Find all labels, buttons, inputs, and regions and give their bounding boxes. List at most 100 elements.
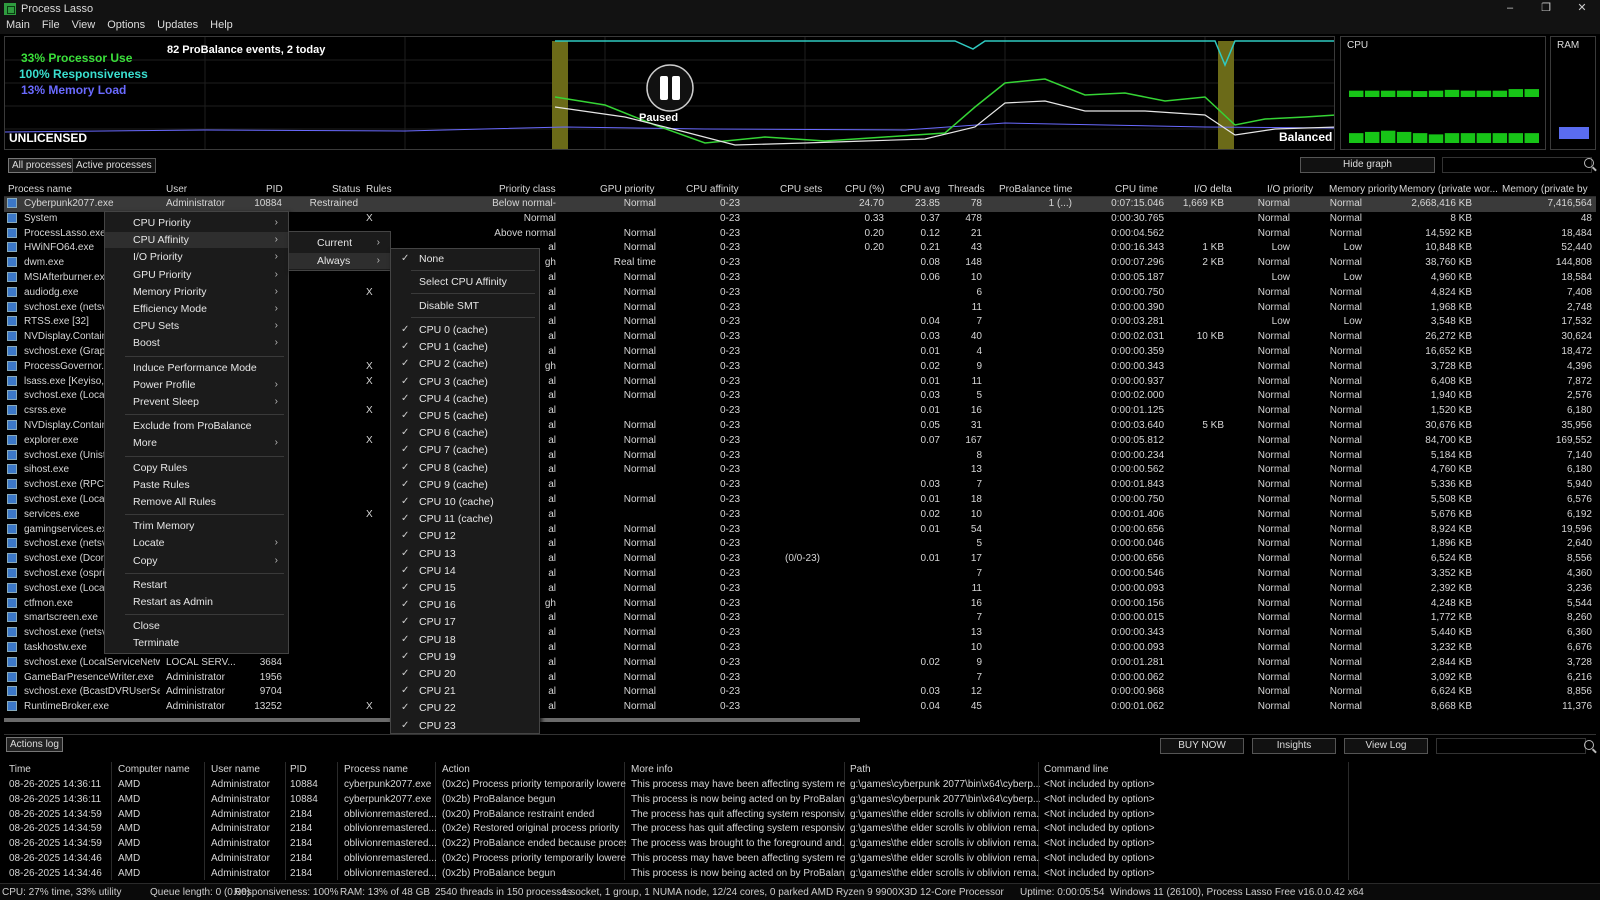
affinity-cpu-14[interactable]: ✓ CPU 14	[391, 563, 539, 579]
affinity-cpu-12[interactable]: ✓ CPU 12	[391, 528, 539, 544]
menu-item-paste-rules[interactable]: Paste Rules	[105, 477, 288, 493]
menu-item-memory-priority[interactable]: Memory Priority ›	[105, 284, 288, 300]
affinity-cpu-16[interactable]: ✓ CPU 16	[391, 597, 539, 613]
col-cpu-avg[interactable]: CPU avg	[900, 184, 940, 195]
col-priority-class[interactable]: Priority class	[499, 184, 556, 195]
affinity-cpu-23[interactable]: ✓ CPU 23	[391, 718, 539, 734]
affinity-none[interactable]: ✓ None	[391, 251, 539, 267]
menu-item-cpu-priority[interactable]: CPU Priority ›	[105, 215, 288, 231]
affinity-disable-smt[interactable]: Disable SMT	[391, 298, 539, 314]
close-icon[interactable]: ✕	[1564, 0, 1600, 18]
process-row[interactable]: Cyberpunk2077.exe Administrator 10884 Restr…	[4, 197, 1596, 212]
log-col-action[interactable]: Action	[442, 764, 470, 775]
pause-icon[interactable]	[645, 63, 695, 113]
menu-item-power-profile[interactable]: Power Profile ›	[105, 377, 288, 393]
affinity-cpu-4[interactable]: ✓ CPU 4 (cache)	[391, 391, 539, 407]
affinity-cpu-8[interactable]: ✓ CPU 8 (cache)	[391, 460, 539, 476]
log-row[interactable]: 08-26-2025 14:34:59 AMD Administrator 2184 o…	[4, 837, 1596, 852]
menu-item-exclude-from-probalance[interactable]: Exclude from ProBalance	[105, 418, 288, 434]
col-threads[interactable]: Threads	[948, 184, 985, 195]
process-search-input[interactable]	[1442, 157, 1592, 173]
log-row[interactable]: 08-26-2025 14:34:59 AMD Administrator 2184 o…	[4, 808, 1596, 823]
menu-item-trim-memory[interactable]: Trim Memory	[105, 518, 288, 534]
log-col-user[interactable]: User name	[211, 764, 260, 775]
menu-item-close[interactable]: Close	[105, 618, 288, 634]
affinity-cpu-6[interactable]: ✓ CPU 6 (cache)	[391, 425, 539, 441]
log-col-pid[interactable]: PID	[290, 764, 307, 775]
affinity-cpu-2[interactable]: ✓ CPU 2 (cache)	[391, 356, 539, 372]
tab-actions-log[interactable]: Actions log	[6, 737, 63, 752]
log-row[interactable]: 08-26-2025 14:36:11 AMD Administrator 10884…	[4, 778, 1596, 793]
col-pid[interactable]: PID	[266, 184, 283, 195]
menu-file[interactable]: File	[36, 18, 66, 34]
affinity-cpu-1[interactable]: ✓ CPU 1 (cache)	[391, 339, 539, 355]
col-probalance-time[interactable]: ProBalance time	[999, 184, 1072, 195]
menu-item-copy-rules[interactable]: Copy Rules	[105, 460, 288, 476]
col-cpu-sets[interactable]: CPU sets	[780, 184, 822, 195]
system-graph[interactable]: 33% Processor Use 100% Responsiveness 13…	[4, 36, 1335, 150]
menu-item-prevent-sleep[interactable]: Prevent Sleep ›	[105, 394, 288, 410]
col-io-priority[interactable]: I/O priority	[1267, 184, 1313, 195]
submenu-always[interactable]: Always ›	[289, 253, 390, 269]
col-rules[interactable]: Rules	[366, 184, 392, 195]
menu-item-i-o-priority[interactable]: I/O Priority ›	[105, 249, 288, 265]
affinity-cpu-5[interactable]: ✓ CPU 5 (cache)	[391, 408, 539, 424]
affinity-cpu-0[interactable]: ✓ CPU 0 (cache)	[391, 322, 539, 338]
affinity-cpu-20[interactable]: ✓ CPU 20	[391, 666, 539, 682]
affinity-cpu-17[interactable]: ✓ CPU 17	[391, 614, 539, 630]
col-gpu-priority[interactable]: GPU priority	[600, 184, 654, 195]
process-row[interactable]: svchost.exe (BcastDVRUserServi...Adminis…	[4, 685, 1596, 700]
menu-item-efficiency-mode[interactable]: Efficiency Mode ›	[105, 301, 288, 317]
affinity-cpu-7[interactable]: ✓ CPU 7 (cache)	[391, 442, 539, 458]
log-col-computer[interactable]: Computer name	[118, 764, 190, 775]
col-process-name[interactable]: Process name	[8, 184, 72, 195]
col-memory-private-working[interactable]: Memory (private wor...	[1399, 184, 1498, 195]
process-row[interactable]: GameBarPresenceWriter.exe Administrator 19…	[4, 671, 1596, 686]
col-status[interactable]: Status	[332, 184, 360, 195]
tab-all-processes[interactable]: All processes	[8, 158, 76, 173]
search-icon[interactable]	[1584, 158, 1594, 168]
restore-icon[interactable]: ❐	[1528, 0, 1564, 18]
menu-item-induce-performance-mode[interactable]: Induce Performance Mode	[105, 360, 288, 376]
insights-button[interactable]: Insights	[1252, 738, 1336, 754]
log-row[interactable]: 08-26-2025 14:34:59 AMD Administrator 2184 o…	[4, 822, 1596, 837]
log-col-path[interactable]: Path	[850, 764, 871, 775]
log-col-command-line[interactable]: Command line	[1044, 764, 1108, 775]
minimize-icon[interactable]: –	[1492, 0, 1528, 18]
hide-graph-button[interactable]: Hide graph	[1300, 157, 1435, 173]
log-row[interactable]: 08-26-2025 14:36:11 AMD Administrator 10884…	[4, 793, 1596, 808]
view-log-button[interactable]: View Log	[1344, 738, 1428, 754]
menu-item-more[interactable]: More ›	[105, 435, 288, 451]
menu-item-restart-as-admin[interactable]: Restart as Admin	[105, 594, 288, 610]
log-row[interactable]: 08-26-2025 14:34:46 AMD Administrator 2184 o…	[4, 867, 1596, 880]
menu-help[interactable]: Help	[204, 18, 239, 34]
log-col-more-info[interactable]: More info	[631, 764, 673, 775]
col-cpu-affinity[interactable]: CPU affinity	[686, 184, 739, 195]
affinity-cpu-13[interactable]: ✓ CPU 13	[391, 546, 539, 562]
affinity-cpu-10[interactable]: ✓ CPU 10 (cache)	[391, 494, 539, 510]
col-memory-priority[interactable]: Memory priority	[1329, 184, 1398, 195]
menu-item-copy[interactable]: Copy ›	[105, 553, 288, 569]
search-icon[interactable]	[1584, 740, 1594, 750]
affinity-cpu-3[interactable]: ✓ CPU 3 (cache)	[391, 374, 539, 390]
menu-item-cpu-sets[interactable]: CPU Sets ›	[105, 318, 288, 334]
menu-options[interactable]: Options	[101, 18, 151, 34]
col-io-delta[interactable]: I/O delta	[1194, 184, 1232, 195]
col-cpu-time[interactable]: CPU time	[1115, 184, 1158, 195]
buy-now-button[interactable]: BUY NOW	[1160, 738, 1244, 754]
col-cpu-percent[interactable]: CPU (%)	[845, 184, 884, 195]
process-row[interactable]: svchost.exe (LocalServiceNetw... LOCAL SE…	[4, 656, 1596, 671]
menu-updates[interactable]: Updates	[151, 18, 204, 34]
col-memory-private-bytes[interactable]: Memory (private by	[1502, 184, 1588, 195]
menu-view[interactable]: View	[66, 18, 102, 34]
process-row[interactable]: RuntimeBroker.exe Administrator 13252 Xal No…	[4, 700, 1596, 715]
affinity-cpu-9[interactable]: ✓ CPU 9 (cache)	[391, 477, 539, 493]
log-search-input[interactable]	[1436, 738, 1586, 754]
menu-item-boost[interactable]: Boost ›	[105, 335, 288, 351]
menu-item-cpu-affinity[interactable]: CPU Affinity ›	[105, 232, 288, 249]
col-user[interactable]: User	[166, 184, 187, 195]
menu-main[interactable]: Main	[0, 18, 36, 34]
menu-item-restart[interactable]: Restart	[105, 577, 288, 593]
menu-item-terminate[interactable]: Terminate	[105, 635, 288, 651]
affinity-cpu-21[interactable]: ✓ CPU 21	[391, 683, 539, 699]
